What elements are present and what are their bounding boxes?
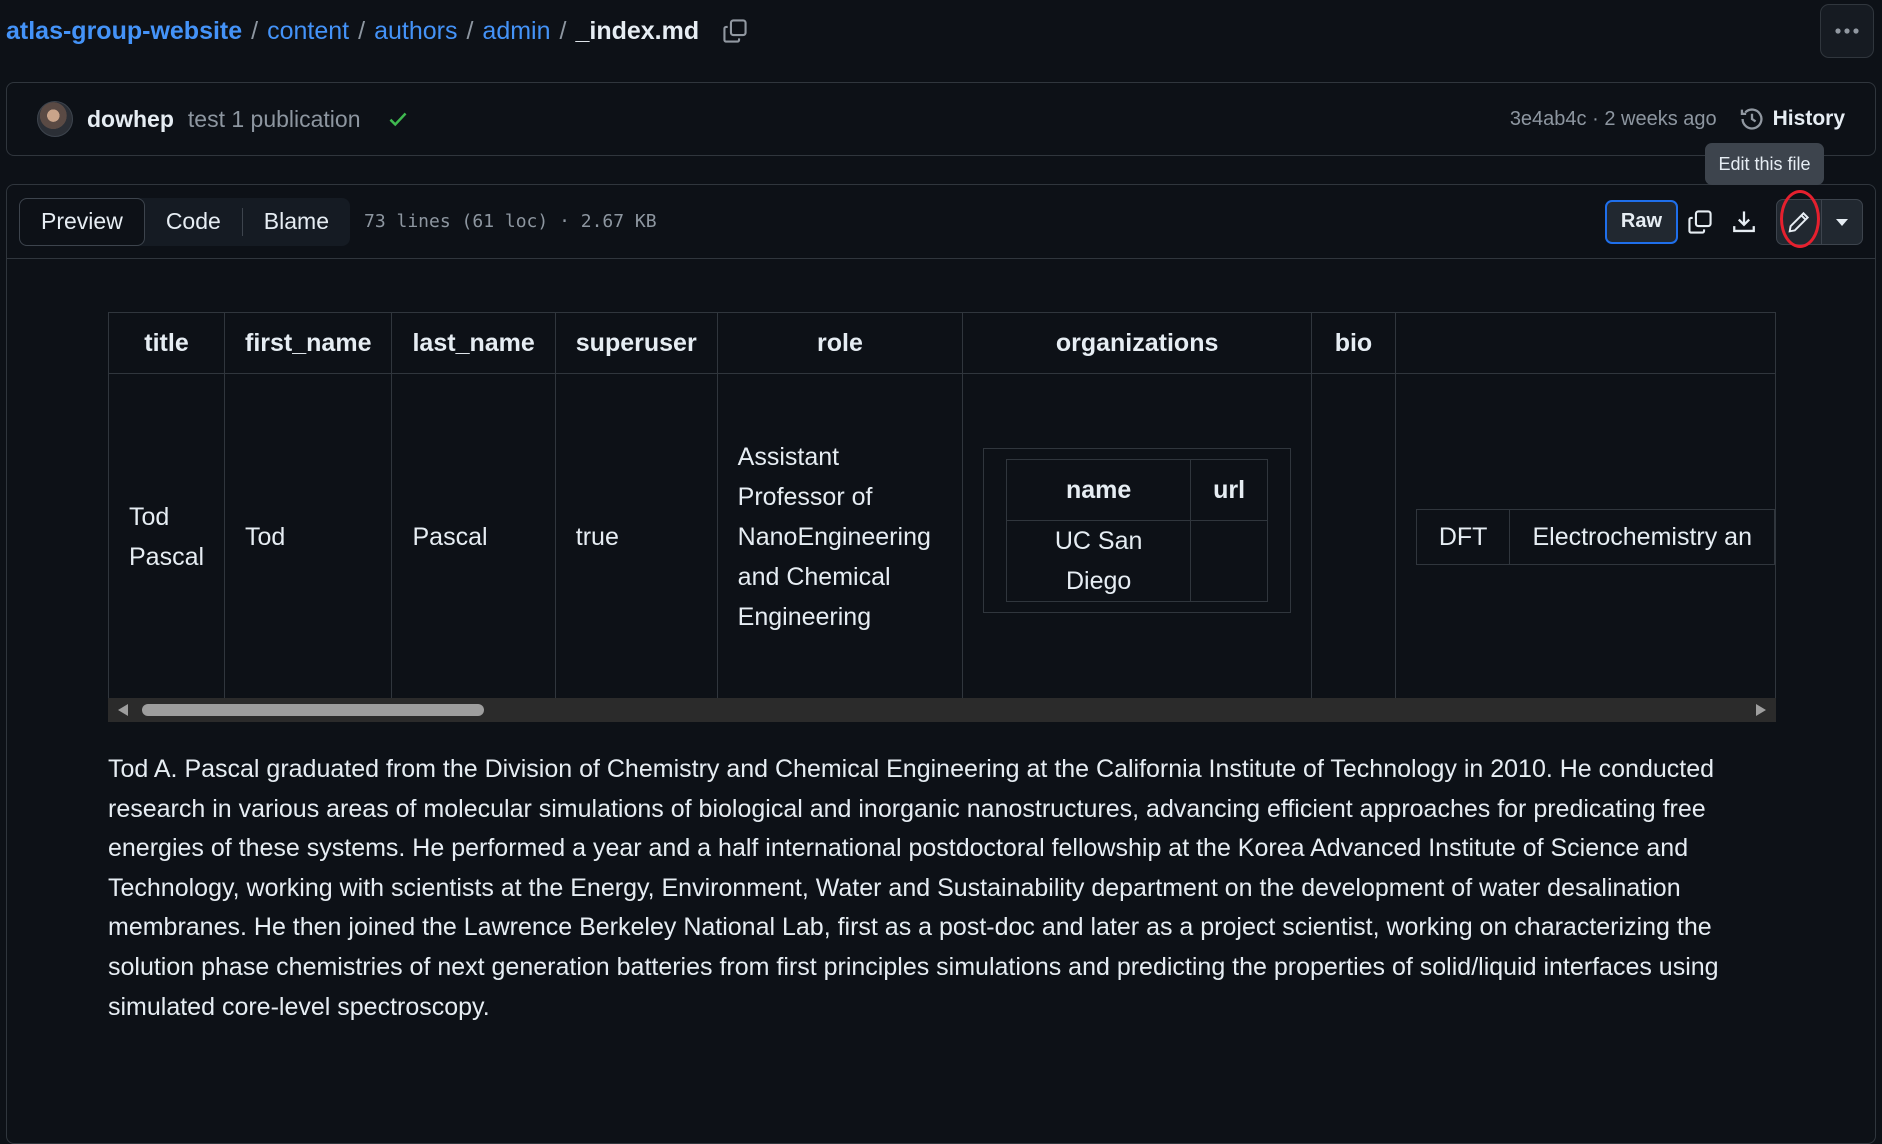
interests-row: DFT Electrochemistry an — [1415, 508, 1775, 565]
copy-icon — [723, 19, 747, 43]
cell-last-name: Pascal — [391, 373, 556, 698]
copy-raw-button[interactable] — [1678, 200, 1722, 244]
copy-path-button[interactable] — [721, 17, 749, 45]
breadcrumb-separator: / — [358, 16, 366, 45]
column-header: role — [716, 312, 964, 374]
nested-row: UC San Diego — [1006, 520, 1269, 602]
breadcrumb-repo-link[interactable]: atlas-group-website — [6, 17, 242, 46]
history-label: History — [1772, 107, 1845, 130]
tab-preview[interactable]: Preview — [19, 197, 145, 246]
avatar[interactable] — [37, 101, 73, 137]
commit-message[interactable]: test 1 publication — [188, 106, 361, 133]
column-header: organizations — [962, 312, 1313, 374]
history-icon — [1740, 108, 1763, 130]
organizations-table: name url UC San Diego — [1006, 459, 1269, 602]
cell-role: Assistant Professor of NanoEngineering a… — [716, 373, 964, 698]
breadcrumb-admin-link[interactable]: admin — [482, 17, 550, 46]
scroll-thumb[interactable] — [142, 704, 484, 716]
org-name-cell: UC San Diego — [1006, 520, 1192, 602]
copy-icon — [1688, 209, 1712, 234]
latest-commit-bar: dowhep test 1 publication 3e4ab4c · 2 we… — [6, 82, 1876, 156]
cell-interests: DFT Electrochemistry an — [1394, 373, 1776, 698]
download-button[interactable] — [1722, 200, 1766, 244]
frontmatter-table-container: title first_name last_name superuser rol… — [108, 312, 1776, 698]
edit-tooltip: Edit this file — [1705, 143, 1824, 185]
frontmatter-table: title first_name last_name superuser rol… — [108, 312, 1776, 698]
edit-options-dropdown[interactable] — [1822, 200, 1862, 244]
scroll-left-arrow[interactable] — [118, 704, 128, 716]
organizations-nested-container: name url UC San Diego — [983, 448, 1292, 613]
file-actions: Raw — [1604, 198, 1863, 245]
cell-first-name: Tod — [224, 373, 393, 698]
table-header-row: title first_name last_name superuser rol… — [108, 312, 1776, 374]
breadcrumb-separator: / — [466, 16, 474, 45]
edit-button-group — [1776, 198, 1863, 245]
org-url-cell — [1190, 520, 1269, 602]
interest-cell: Electrochemistry an — [1509, 508, 1775, 565]
cell-bio — [1311, 373, 1396, 698]
table-row: Tod Pascal Tod Pascal true Assistant Pro… — [108, 373, 1776, 698]
nested-column-header: url — [1190, 459, 1269, 521]
kebab-icon — [1835, 28, 1859, 34]
cell-title: Tod Pascal — [108, 373, 226, 698]
commit-time: 2 weeks ago — [1604, 107, 1717, 130]
tab-code[interactable]: Code — [145, 198, 242, 246]
commit-meta-separator: · — [1586, 107, 1605, 130]
breadcrumb-content-link[interactable]: content — [267, 17, 349, 46]
column-header: superuser — [554, 312, 718, 374]
nested-header-row: name url — [1006, 459, 1269, 521]
breadcrumb-separator: / — [559, 16, 567, 45]
breadcrumb-file-name: _index.md — [575, 16, 700, 45]
file-header: Preview Code Blame 73 lines (61 loc) · 2… — [7, 185, 1875, 259]
more-options-button[interactable] — [1820, 4, 1874, 58]
horizontal-scrollbar[interactable] — [108, 698, 1776, 722]
scroll-right-arrow[interactable] — [1756, 704, 1766, 716]
raw-button[interactable]: Raw — [1604, 199, 1678, 244]
column-header-empty — [1394, 312, 1776, 374]
commit-hash[interactable]: 3e4ab4c — [1510, 108, 1587, 130]
commit-author[interactable]: dowhep — [87, 106, 174, 133]
cell-organizations: name url UC San Diego — [962, 373, 1313, 698]
breadcrumb: atlas-group-website / content / authors … — [6, 10, 749, 52]
interest-cell: DFT — [1415, 508, 1511, 565]
triangle-down-icon — [1836, 218, 1848, 226]
view-mode-tabs: Preview Code Blame — [19, 197, 350, 246]
column-header: bio — [1311, 312, 1396, 374]
nested-column-header: name — [1006, 459, 1192, 521]
breadcrumb-authors-link[interactable]: authors — [374, 17, 457, 46]
column-header: first_name — [224, 312, 393, 374]
history-button[interactable]: History — [1739, 106, 1845, 132]
check-icon[interactable] — [387, 108, 409, 130]
breadcrumb-separator: / — [251, 16, 259, 45]
column-header: title — [108, 312, 226, 374]
pencil-icon — [1788, 211, 1810, 233]
file-info: 73 lines (61 loc) · 2.67 KB — [364, 211, 657, 232]
download-icon — [1733, 210, 1755, 232]
interests-table: DFT Electrochemistry an — [1415, 508, 1775, 565]
edit-file-button[interactable] — [1777, 199, 1822, 244]
cell-superuser: true — [554, 373, 718, 698]
column-header: last_name — [391, 312, 556, 374]
bio-paragraph: Tod A. Pascal graduated from the Divisio… — [108, 755, 1719, 1021]
commit-meta: 3e4ab4c · 2 weeks ago — [1510, 108, 1717, 131]
tab-blame[interactable]: Blame — [243, 198, 350, 246]
